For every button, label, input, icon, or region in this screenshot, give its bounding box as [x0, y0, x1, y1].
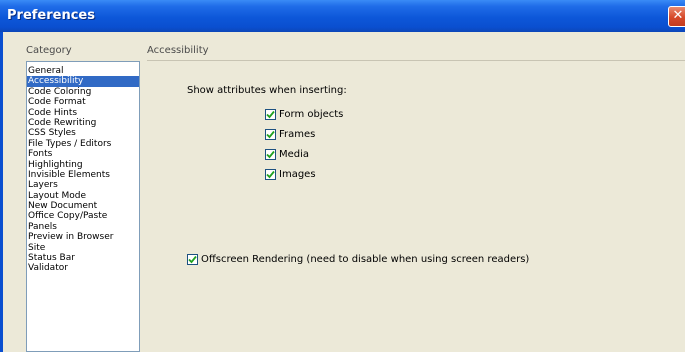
form-objects-option[interactable]: Form objects: [265, 109, 343, 120]
category-item-layout-mode[interactable]: Layout Mode: [27, 191, 139, 201]
checkmark-icon: [266, 110, 275, 119]
media-label: Media: [279, 149, 310, 160]
category-item-panels[interactable]: Panels: [27, 222, 139, 232]
form-objects-label: Form objects: [279, 109, 344, 120]
offscreen-rendering-label: Offscreen Rendering (need to disable whe…: [201, 254, 530, 265]
images-option[interactable]: Images: [265, 169, 316, 180]
category-item-fonts[interactable]: Fonts: [27, 149, 139, 159]
window-title: Preferences: [7, 8, 95, 23]
media-checkbox[interactable]: [265, 149, 276, 160]
images-checkbox[interactable]: [265, 169, 276, 180]
frames-option[interactable]: Frames: [265, 129, 315, 140]
show-attributes-label: Show attributes when inserting:: [187, 85, 347, 96]
category-item-accessibility[interactable]: Accessibility: [27, 76, 139, 87]
form-objects-checkbox[interactable]: [265, 109, 276, 120]
section-header: Accessibility: [147, 45, 209, 56]
title-bar: Preferences ✕: [0, 0, 685, 32]
category-item-code-format[interactable]: Code Format: [27, 97, 139, 107]
category-item-new-document[interactable]: New Document: [27, 201, 139, 211]
category-item-preview-in-browser[interactable]: Preview in Browser: [27, 232, 139, 242]
category-item-file-types-editors[interactable]: File Types / Editors: [27, 139, 139, 149]
category-list[interactable]: General Accessibility Code Coloring Code…: [26, 61, 140, 352]
category-item-highlighting[interactable]: Highlighting: [27, 160, 139, 170]
checkmark-icon: [266, 150, 275, 159]
close-icon: ✕: [672, 8, 684, 23]
category-item-invisible-elements[interactable]: Invisible Elements: [27, 170, 139, 180]
frames-label: Frames: [279, 129, 316, 140]
images-label: Images: [279, 169, 316, 180]
category-item-validator[interactable]: Validator: [27, 263, 139, 273]
category-item-office-copy-paste[interactable]: Office Copy/Paste: [27, 211, 139, 221]
category-item-layers[interactable]: Layers: [27, 180, 139, 190]
category-item-css-styles[interactable]: CSS Styles: [27, 128, 139, 138]
offscreen-rendering-checkbox[interactable]: [187, 254, 198, 265]
frames-checkbox[interactable]: [265, 129, 276, 140]
category-item-status-bar[interactable]: Status Bar: [27, 253, 139, 263]
checkmark-icon: [266, 130, 275, 139]
category-item-code-rewriting[interactable]: Code Rewriting: [27, 118, 139, 128]
checkmark-icon: [188, 255, 197, 264]
category-header: Category: [26, 45, 72, 56]
category-item-code-hints[interactable]: Code Hints: [27, 108, 139, 118]
media-option[interactable]: Media: [265, 149, 309, 160]
category-item-site[interactable]: Site: [27, 243, 139, 253]
header-divider: [147, 60, 685, 61]
offscreen-rendering-option[interactable]: Offscreen Rendering (need to disable whe…: [187, 254, 529, 265]
category-item-code-coloring[interactable]: Code Coloring: [27, 87, 139, 97]
category-item-general[interactable]: General: [27, 66, 139, 76]
close-button[interactable]: ✕: [668, 6, 685, 27]
checkmark-icon: [266, 170, 275, 179]
